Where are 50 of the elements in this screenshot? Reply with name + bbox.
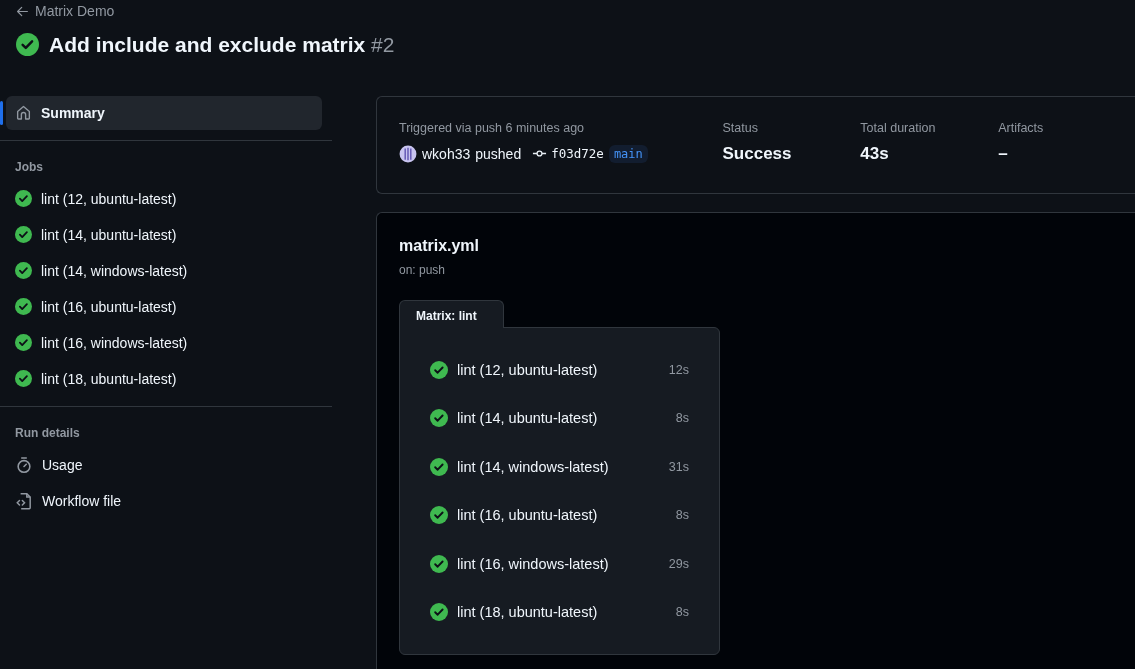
commit-link[interactable]: f03d72e (532, 146, 604, 161)
workflow-file-name: matrix.yml (399, 236, 481, 255)
page-title: Add include and exclude matrix #2 (49, 32, 395, 57)
stat-label: Total duration (860, 120, 937, 135)
job-duration: 8s (675, 411, 689, 426)
job-name: lint (16, windows-latest) (457, 555, 610, 572)
sidebar-item[interactable]: lint (16, windows-latest) (6, 325, 322, 360)
job-item[interactable]: lint (16, ubuntu-latest) 8s (430, 491, 689, 540)
job-item[interactable]: lint (12, ubuntu-latest) 12s (430, 345, 689, 394)
section-heading: Jobs (14, 158, 44, 176)
sidebar-item[interactable]: Usage (6, 447, 322, 482)
job-name: lint (14, windows-latest) (457, 458, 610, 475)
workflow-trigger: on: push (399, 262, 447, 277)
selection-indicator (0, 100, 3, 125)
job-name: lint (14, ubuntu-latest) (457, 410, 599, 427)
arrow-left-icon (16, 4, 29, 18)
home-icon (15, 104, 32, 121)
job-duration: 8s (675, 605, 689, 620)
stat-value: – (998, 143, 1009, 164)
sidebar-item[interactable]: lint (18, ubuntu-latest) (6, 361, 322, 396)
stat-value: Success (722, 143, 793, 164)
job-item[interactable]: lint (14, windows-latest) 31s (430, 442, 689, 491)
action-text: pushed (475, 145, 522, 162)
stat-value: 43s (860, 143, 890, 164)
job-duration: 29s (668, 556, 689, 571)
sidebar-item[interactable]: lint (16, ubuntu-latest) (6, 289, 322, 324)
job-item[interactable]: lint (14, ubuntu-latest) 8s (430, 394, 689, 443)
branch-label[interactable]: main (608, 144, 648, 163)
job-name: lint (12, ubuntu-latest) (457, 361, 599, 378)
stopwatch-icon (15, 455, 33, 474)
user-link[interactable]: wkoh33 (422, 145, 471, 162)
job-name: lint (18, ubuntu-latest) (457, 604, 599, 621)
sidebar-item[interactable]: lint (12, ubuntu-latest) (6, 181, 322, 216)
job-item[interactable]: lint (16, windows-latest) 29s (430, 539, 689, 588)
matrix-label: Matrix: lint (399, 299, 504, 328)
sidebar-item[interactable]: Workflow file (6, 483, 322, 518)
file-code-icon (15, 491, 33, 510)
stat-label: Artifacts (998, 120, 1045, 135)
back-link[interactable]: Matrix Demo (16, 1, 115, 21)
section-heading: Run details (14, 424, 81, 442)
trigger-label: Triggered via push 6 minutes ago (399, 120, 586, 135)
job-duration: 12s (668, 362, 689, 377)
job-duration: 8s (675, 508, 689, 523)
job-duration: 31s (668, 459, 689, 474)
avatar (399, 144, 417, 163)
job-name: lint (16, ubuntu-latest) (457, 507, 599, 524)
stat-label: Status (722, 120, 759, 135)
sidebar-item[interactable]: lint (14, ubuntu-latest) (6, 217, 322, 252)
sidebar-item[interactable]: lint (14, windows-latest) (6, 253, 322, 288)
job-item[interactable]: lint (18, ubuntu-latest) 8s (430, 588, 689, 637)
